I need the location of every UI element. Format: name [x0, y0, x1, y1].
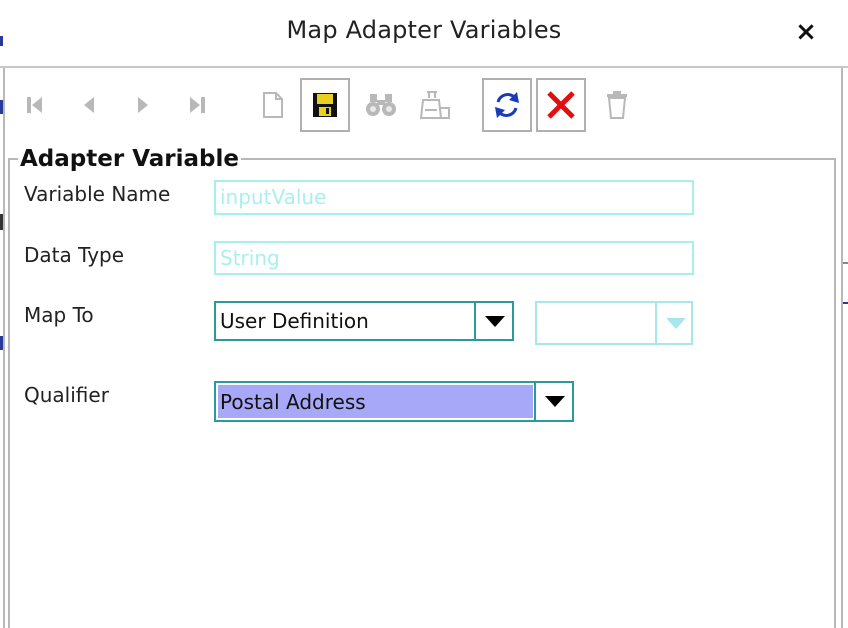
map-to-value: User Definition	[220, 309, 369, 333]
query-flask-icon	[419, 91, 450, 119]
map-to-select[interactable]: User Definition	[214, 301, 514, 341]
cancel-button[interactable]	[536, 78, 586, 132]
dialog-left-border	[3, 68, 5, 628]
chevron-down-icon	[545, 396, 565, 407]
first-record-button[interactable]	[10, 78, 60, 132]
binoculars-icon	[366, 94, 396, 116]
find-button[interactable]	[356, 78, 406, 132]
prev-icon	[84, 97, 94, 113]
red-x-icon	[547, 91, 575, 119]
qualifier-label: Qualifier	[24, 383, 109, 407]
refresh-button[interactable]	[482, 78, 532, 132]
map-to-secondary-dropdown-button[interactable]	[655, 303, 695, 343]
skip-last-icon	[190, 97, 205, 113]
data-type-field[interactable]: String	[214, 241, 694, 275]
previous-record-button[interactable]	[64, 78, 114, 132]
chevron-down-icon	[485, 315, 505, 327]
panel-legend: Adapter Variable	[18, 146, 241, 172]
background-window-edge	[843, 302, 848, 304]
trash-icon	[607, 91, 627, 119]
refresh-icon	[495, 92, 519, 118]
next-record-button[interactable]	[118, 78, 168, 132]
map-to-secondary-select[interactable]	[535, 301, 693, 345]
map-to-label: Map To	[24, 303, 94, 327]
new-record-button[interactable]	[248, 78, 298, 132]
last-record-button[interactable]	[172, 78, 222, 132]
background-window-edge	[843, 262, 848, 264]
dialog-title: Map Adapter Variables	[286, 16, 562, 44]
qualifier-select[interactable]: Postal Address	[214, 381, 574, 422]
save-button[interactable]	[300, 78, 350, 132]
map-to-secondary-value	[539, 303, 541, 343]
query-button[interactable]	[410, 78, 460, 132]
variable-name-label: Variable Name	[24, 182, 171, 206]
qualifier-dropdown-button[interactable]	[534, 383, 574, 420]
close-button[interactable]: ×	[790, 14, 822, 50]
data-type-label: Data Type	[24, 243, 125, 267]
new-document-icon	[263, 92, 283, 118]
dialog-right-border	[841, 68, 843, 628]
chevron-down-icon	[666, 317, 686, 329]
variable-name-field[interactable]: inputValue	[214, 180, 694, 215]
floppy-disk-icon	[313, 93, 337, 117]
title-bar: Map Adapter Variables ×	[0, 0, 848, 68]
qualifier-value: Postal Address	[218, 385, 533, 418]
delete-button[interactable]	[592, 78, 642, 132]
skip-first-icon	[27, 97, 42, 113]
next-icon	[138, 97, 148, 113]
map-adapter-variables-dialog: Map Adapter Variables × Adapter Variable…	[0, 0, 848, 628]
map-to-dropdown-button[interactable]	[474, 303, 514, 339]
